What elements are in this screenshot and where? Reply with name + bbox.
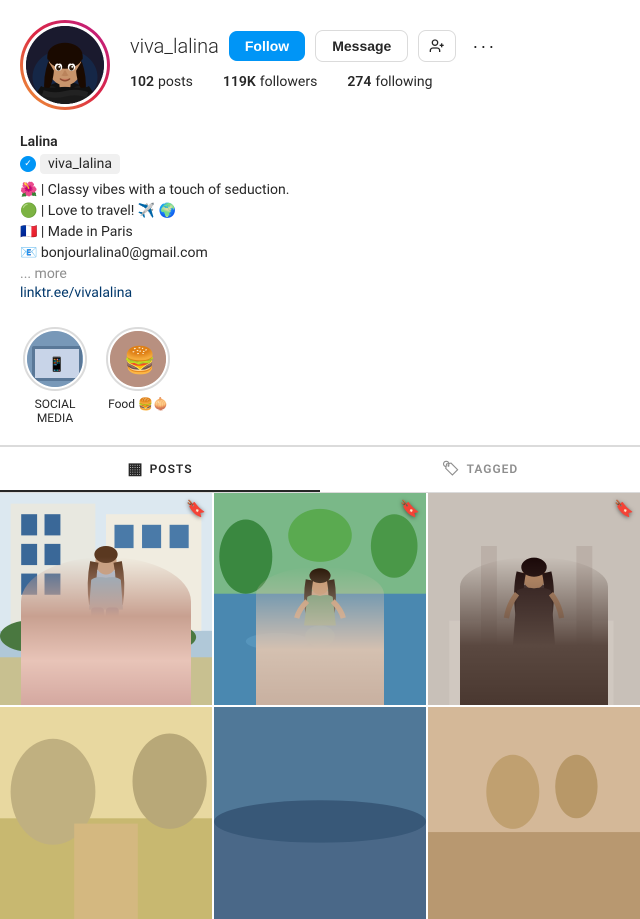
tab-tagged-label: TAGGED (467, 462, 519, 476)
grid-item-2[interactable]: 🔖 (214, 493, 426, 705)
username: viva_lalina (130, 34, 219, 58)
bio-line-4: 📧 bonjourlalina0@gmail.com (20, 243, 620, 264)
avatar (26, 26, 104, 104)
bookmark-icon-1: 🔖 (186, 499, 206, 518)
bio-line-1: 🌺 | Classy vibes with a touch of seducti… (20, 180, 620, 201)
tab-tagged[interactable]: 🏷 TAGGED (320, 447, 640, 492)
person-add-button[interactable] (418, 30, 456, 62)
posts-stat[interactable]: 102 posts (130, 74, 193, 90)
bookmark-icon-2: 🔖 (400, 499, 420, 518)
following-count: 274 (347, 74, 371, 90)
bio-line-2: 🟢 | Love to travel! ✈️ 🌍 (20, 201, 620, 222)
profile-header: viva_lalina Follow Message ··· (0, 0, 640, 134)
followers-stat[interactable]: 119K followers (223, 74, 317, 90)
posts-label: posts (158, 74, 193, 90)
following-stat[interactable]: 274 following (347, 74, 432, 90)
highlight-thumb-2: 🍔 (110, 331, 166, 387)
tag-icon: 🏷 (442, 461, 461, 477)
profile-top: viva_lalina Follow Message ··· (20, 20, 620, 110)
verified-icon: ✓ (20, 156, 36, 172)
following-label: following (375, 74, 432, 90)
verified-badge: ✓ viva_lalina (20, 154, 620, 174)
bio-name: Lalina (20, 134, 620, 150)
message-button[interactable]: Message (315, 30, 408, 62)
grid-item-1[interactable]: 🔖 (0, 493, 212, 705)
bio-more: ... more (20, 264, 620, 285)
grid-item-5[interactable] (214, 707, 426, 919)
grid-item-6[interactable] (428, 707, 640, 919)
highlight-item-2[interactable]: 🍔 Food 🍔🧅 (106, 327, 170, 425)
followers-count: 119K (223, 74, 256, 90)
more-dots-icon: ··· (472, 36, 496, 56)
highlights-section: 📱 SOCIAL MEDIA 🍔 Food 🍔🧅 (0, 317, 640, 445)
svg-text:🍔: 🍔 (124, 345, 156, 376)
tab-posts[interactable]: ▦ POSTS (0, 447, 320, 492)
grid-item-4[interactable] (0, 707, 212, 919)
username-row: viva_lalina Follow Message ··· (130, 30, 620, 62)
bio-line-3: 🇫🇷 | Made in Paris (20, 222, 620, 243)
posts-count: 102 (130, 74, 154, 90)
highlight-label-2: Food 🍔🧅 (108, 397, 168, 411)
more-options-button[interactable]: ··· (466, 31, 502, 62)
avatar-inner (23, 23, 107, 107)
bio-section: Lalina ✓ viva_lalina 🌺 | Classy vibes wi… (0, 134, 640, 317)
stats-row: 102 posts 119K followers 274 following (130, 74, 620, 90)
verified-username: viva_lalina (40, 154, 120, 174)
bio-more-text[interactable]: ... more (20, 266, 67, 282)
highlight-thumb-1: 📱 (27, 331, 83, 387)
bio-link[interactable]: linktr.ee/vivalalina (20, 285, 132, 301)
tabs-row: ▦ POSTS 🏷 TAGGED (0, 446, 640, 493)
svg-text:📱: 📱 (48, 356, 65, 373)
highlight-ring-2: 🍔 (106, 327, 170, 391)
tab-posts-label: POSTS (150, 462, 193, 476)
posts-grid: 🔖 (0, 493, 640, 919)
person-add-icon (429, 38, 445, 54)
highlight-label-1: SOCIAL MEDIA (20, 397, 90, 425)
bio-link-row: linktr.ee/vivalalina (20, 285, 620, 301)
follow-button[interactable]: Follow (229, 31, 305, 61)
profile-info: viva_lalina Follow Message ··· (130, 30, 620, 100)
avatar-wrapper (20, 20, 110, 110)
bookmark-icon-3: 🔖 (614, 499, 634, 518)
grid-icon: ▦ (127, 459, 143, 478)
grid-item-3[interactable]: 🔖 (428, 493, 640, 705)
highlight-item[interactable]: 📱 SOCIAL MEDIA (20, 327, 90, 425)
highlight-ring-1: 📱 (23, 327, 87, 391)
followers-label: followers (260, 74, 318, 90)
